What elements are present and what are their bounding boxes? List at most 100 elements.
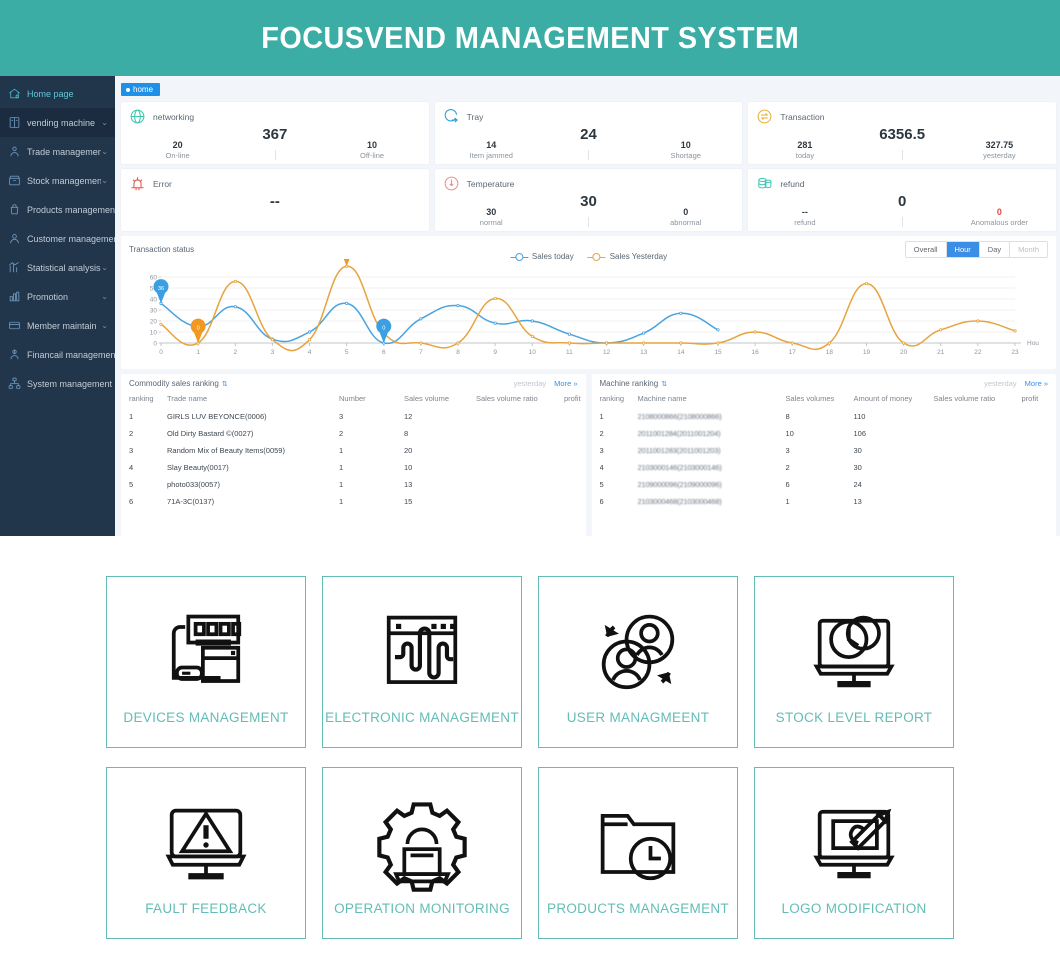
table-cell <box>934 493 1022 510</box>
sidebar-item-vending-machine[interactable]: vending machine ⌄ <box>0 108 115 137</box>
commodity-more-link[interactable]: More » <box>554 379 577 388</box>
sidebar-item-system-management[interactable]: System management <box>0 369 115 398</box>
tab-dot-icon <box>126 87 130 92</box>
table-row[interactable]: 5 photo033(0057) 1 13 <box>129 476 578 493</box>
svg-text:23: 23 <box>1011 349 1019 356</box>
table-row[interactable]: 2 2011001284(2011001204) 10 106 <box>600 425 1049 442</box>
column-header: Amount of money <box>853 394 913 403</box>
stat-card-body: 281 today 6356.5 327.75 yesterday <box>756 126 1048 161</box>
commodity-period-label: yesterday <box>513 379 547 388</box>
table-cell <box>934 408 1022 425</box>
stock-icon <box>8 174 21 187</box>
stat-card-left: 14 Item jammed <box>443 140 539 161</box>
commodity-table-head-row: ranking Trade name Number Sales volume Sales… <box>129 391 581 408</box>
stat-card-networking[interactable]: networking 20 On-line 367 10 Off-line <box>121 102 429 164</box>
table-row[interactable]: 6 2103000468(2103000468) 1 13 <box>600 493 1049 510</box>
stat-card-temperature[interactable]: Temperature 30 normal 30 0 abnormal <box>434 169 743 231</box>
stat-card-left-label: On-line <box>165 151 190 160</box>
table-row[interactable]: 4 2103000146(2103000146) 2 30 <box>600 459 1049 476</box>
tile-products-management[interactable]: PRODUCTS MANAGEMENT <box>538 767 738 939</box>
chart-range-day[interactable]: Day <box>979 242 1011 257</box>
tile-operation-monitoring[interactable]: OPERATION MONITORING <box>322 767 522 939</box>
svg-text:0: 0 <box>153 341 157 348</box>
sidebar-item-stock-management[interactable]: Stock management ⌄ <box>0 166 115 195</box>
sidebar-item-label: vending machine <box>27 117 96 128</box>
chart-range-month: Month <box>1010 242 1047 257</box>
table-cell: 2103000468(2103000468) <box>637 497 722 506</box>
stat-card-error[interactable]: Error -- <box>121 169 429 231</box>
alarm-icon <box>129 175 146 192</box>
column-header: Sales volume ratio <box>933 394 996 403</box>
svg-text:4: 4 <box>308 349 312 356</box>
tile-electronic-management[interactable]: ELECTRONIC MANAGEMENT <box>322 576 522 748</box>
table-cell: Old Dirty Bastard ©(0027) <box>167 429 254 438</box>
stat-card-title: Tray <box>466 111 484 122</box>
table-row[interactable]: 1 2108000866(2108000866) 8 110 <box>600 408 1049 425</box>
chart-range-hour[interactable]: Hour <box>946 242 980 257</box>
promotion-icon <box>8 290 21 303</box>
sidebar-item-promotion[interactable]: Promotion ⌄ <box>0 282 115 311</box>
sidebar: Home page vending machine ⌄ Trade managemen… <box>0 76 115 536</box>
table-row[interactable]: 3 2011001283(2011001203) 3 30 <box>600 442 1049 459</box>
stat-card-tray[interactable]: Tray 14 Item jammed 24 10 Shortage <box>434 102 743 164</box>
sidebar-item-financail-management[interactable]: Financail management <box>0 340 115 369</box>
table-cell: GIRLS LUV BEYONCE(0006) <box>167 412 267 421</box>
sidebar-item-statistical-analysis[interactable]: Statistical analysis ⌄ <box>0 253 115 282</box>
commodity-table: ranking Trade name Number Sales volume Sales… <box>129 391 581 510</box>
table-cell: 1 <box>599 412 604 421</box>
tile-label: PRODUCTS MANAGEMENT <box>547 900 729 916</box>
sidebar-item-member-maintain[interactable]: Member maintain ⌄ <box>0 311 115 340</box>
sidebar-item-customer-management[interactable]: Customer management <box>0 224 115 253</box>
chart-range-overall[interactable]: Overall <box>905 242 947 257</box>
globe-icon <box>129 108 146 125</box>
svg-text:7: 7 <box>419 349 423 356</box>
table-row[interactable]: 3 Random Mix of Beauty Items(0059) 1 20 <box>129 442 578 459</box>
column-header: Trade name <box>167 394 208 403</box>
sort-icon[interactable]: ⇅ <box>222 380 228 388</box>
svg-text:21: 21 <box>937 349 945 356</box>
table-row[interactable]: 6 71A-3C(0137) 1 15 <box>129 493 578 510</box>
stats-icon <box>8 261 21 274</box>
column-header: ranking <box>599 394 625 403</box>
column-header: Sales volumes <box>785 394 835 403</box>
svg-text:5: 5 <box>345 349 349 356</box>
table-cell: 30 <box>853 446 862 455</box>
sidebar-item-products-management[interactable]: Products management <box>0 195 115 224</box>
svg-text:17: 17 <box>789 349 797 356</box>
table-cell: 30 <box>853 463 862 472</box>
monitor-brush-icon <box>802 791 906 899</box>
tile-user-managmeent[interactable]: USER MANAGMEENT <box>538 576 738 748</box>
tile-devices-management[interactable]: DEVICES MANAGEMENT <box>106 576 306 748</box>
tile-logo-modification[interactable]: LOGO MODIFICATION <box>754 767 954 939</box>
sidebar-item-home-page[interactable]: Home page <box>0 79 115 108</box>
table-cell <box>1022 493 1049 510</box>
tile-stock-level-report[interactable]: STOCK LEVEL REPORT <box>754 576 954 748</box>
table-row[interactable]: 4 Slay Beauty(0017) 1 10 <box>129 459 578 476</box>
transaction-icon <box>756 108 773 125</box>
tab-home[interactable]: home <box>121 83 161 96</box>
table-cell <box>1022 408 1049 425</box>
stat-card-left: -- refund <box>757 207 853 228</box>
sort-icon[interactable]: ⇅ <box>661 380 667 388</box>
page-title: FOCUSVEND MANAGEMENT SYSTEM <box>261 20 799 55</box>
tile-fault-feedback[interactable]: FAULT FEEDBACK <box>106 767 306 939</box>
sidebar-item-label: Trade management <box>27 146 102 157</box>
sidebar-item-trade-management[interactable]: Trade management ⌄ <box>0 137 115 166</box>
table-cell: 3 <box>339 412 344 421</box>
refund-icon <box>756 175 773 192</box>
stat-card-left-value: 281 <box>797 140 813 150</box>
table-cell: 2 <box>785 463 790 472</box>
stat-card-transaction[interactable]: Transaction 281 today 6356.5 327.75 yesterday <box>748 102 1056 164</box>
svg-text:18: 18 <box>826 349 834 356</box>
table-row[interactable]: 1 GIRLS LUV BEYONCE(0006) 3 12 <box>129 408 578 425</box>
stat-card-refund[interactable]: refund -- refund 0 0 Anomalous order <box>748 169 1056 231</box>
svg-text:10: 10 <box>529 349 537 356</box>
commodity-sales-ranking-card: Commodity sales ranking ⇅ yesterday More… <box>121 374 586 536</box>
machine-more-link[interactable]: More » <box>1025 379 1048 388</box>
svg-text:19: 19 <box>863 349 871 356</box>
table-row[interactable]: 2 Old Dirty Bastard ©(0027) 2 8 <box>129 425 578 442</box>
column-header: profit <box>564 394 581 403</box>
svg-text:20: 20 <box>900 349 908 356</box>
chart-range-segmented[interactable]: Overall Hour Day Month <box>904 241 1048 258</box>
table-row[interactable]: 5 2109000096(2109000096) 6 24 <box>600 476 1049 493</box>
